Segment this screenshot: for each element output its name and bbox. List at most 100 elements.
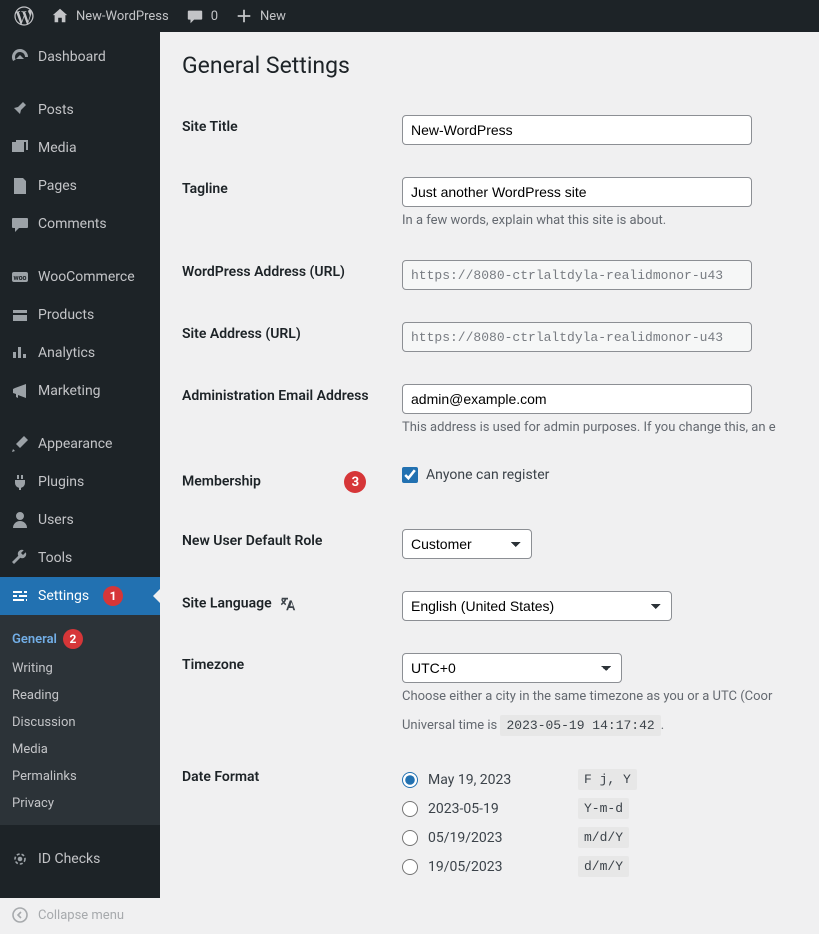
- site-title-input[interactable]: [402, 115, 752, 145]
- comments-count: 0: [211, 9, 218, 24]
- sidebar-item-products[interactable]: Products: [0, 296, 160, 334]
- new-user-role-label: New User Default Role: [182, 513, 402, 575]
- site-address-input[interactable]: [402, 322, 752, 352]
- sidebar-item-plugins[interactable]: Plugins: [0, 463, 160, 501]
- submenu-reading[interactable]: Reading: [0, 682, 160, 709]
- admin-bar-comments[interactable]: 0: [177, 0, 226, 32]
- sidebar-item-analytics[interactable]: Analytics: [0, 334, 160, 372]
- submenu-general[interactable]: General2: [0, 623, 160, 655]
- dashboard-icon: [10, 47, 30, 67]
- page-title: General Settings: [182, 52, 797, 79]
- collapse-menu[interactable]: Collapse menu: [0, 896, 160, 934]
- submenu-writing[interactable]: Writing: [0, 655, 160, 682]
- date-format-code: m/d/Y: [578, 827, 629, 848]
- user-icon: [10, 510, 30, 530]
- id-icon: [10, 849, 30, 869]
- plug-icon: [10, 472, 30, 492]
- universal-time-row: Universal time is 2023-05-19 14:17:42.: [402, 718, 787, 733]
- submenu-privacy[interactable]: Privacy: [0, 790, 160, 817]
- date-format-radio[interactable]: [402, 801, 418, 817]
- sidebar-item-dashboard[interactable]: Dashboard: [0, 38, 160, 76]
- sidebar-item-id-checks[interactable]: ID Checks: [0, 840, 160, 878]
- date-format-code: Y-m-d: [578, 798, 629, 819]
- megaphone-icon: [10, 381, 30, 401]
- sidebar-label: Posts: [38, 102, 74, 118]
- sidebar-item-users[interactable]: Users: [0, 501, 160, 539]
- date-format-option: 05/19/2023 m/d/Y: [402, 823, 787, 852]
- sidebar-item-comments[interactable]: Comments: [0, 205, 160, 243]
- tagline-input[interactable]: [402, 177, 752, 207]
- date-format-example: 19/05/2023: [428, 859, 568, 875]
- sidebar-item-tools[interactable]: Tools: [0, 539, 160, 577]
- sidebar-label: ID Checks: [38, 851, 100, 867]
- sidebar-label: Appearance: [38, 436, 112, 452]
- anyone-can-register-checkbox[interactable]: [402, 467, 418, 483]
- membership-label: Membership: [182, 474, 261, 490]
- woocommerce-icon: woo: [10, 267, 30, 287]
- admin-bar-new[interactable]: New: [226, 0, 294, 32]
- sidebar-item-posts[interactable]: Posts: [0, 91, 160, 129]
- annotation-1: 1: [103, 586, 123, 606]
- sidebar-item-appearance[interactable]: Appearance: [0, 425, 160, 463]
- sidebar-label: Media: [38, 140, 77, 156]
- sidebar-item-woocommerce[interactable]: woo WooCommerce: [0, 258, 160, 296]
- annotation-2: 2: [63, 629, 83, 649]
- pages-icon: [10, 176, 30, 196]
- site-language-select[interactable]: English (United States): [402, 591, 672, 621]
- site-title-label: Site Title: [182, 99, 402, 161]
- site-switcher[interactable]: New-WordPress: [42, 0, 177, 32]
- date-format-radio[interactable]: [402, 859, 418, 875]
- sidebar-label: Pages: [38, 178, 77, 194]
- wordpress-icon: [14, 6, 34, 26]
- sidebar-item-marketing[interactable]: Marketing: [0, 372, 160, 410]
- date-format-radio[interactable]: [402, 772, 418, 788]
- timezone-select[interactable]: UTC+0: [402, 653, 622, 683]
- admin-email-label: Administration Email Address: [182, 368, 402, 451]
- pin-icon: [10, 100, 30, 120]
- wrench-icon: [10, 548, 30, 568]
- admin-bar: New-WordPress 0 New: [0, 0, 819, 32]
- date-format-code: F j, Y: [578, 769, 637, 790]
- submenu-media[interactable]: Media: [0, 736, 160, 763]
- products-icon: [10, 305, 30, 325]
- sidebar-item-settings[interactable]: Settings1: [0, 577, 160, 615]
- admin-sidebar: Dashboard Posts Media Pages Comments woo…: [0, 32, 160, 898]
- wp-address-input[interactable]: [402, 260, 752, 290]
- plus-icon: [234, 6, 254, 26]
- comment-icon: [185, 6, 205, 26]
- new-user-role-select[interactable]: Customer: [402, 529, 532, 559]
- site-address-label: Site Address (URL): [182, 306, 402, 368]
- date-format-option: 19/05/2023d/m/Y: [402, 852, 787, 881]
- sidebar-label: WooCommerce: [38, 269, 135, 285]
- sidebar-label: Tools: [38, 550, 72, 566]
- sidebar-item-media[interactable]: Media: [0, 129, 160, 167]
- tagline-description: In a few words, explain what this site i…: [402, 213, 787, 228]
- wp-address-label: WordPress Address (URL): [182, 244, 402, 306]
- annotation-3: 3: [344, 471, 366, 493]
- submenu-discussion[interactable]: Discussion: [0, 709, 160, 736]
- timezone-label: Timezone: [182, 637, 402, 749]
- brush-icon: [10, 434, 30, 454]
- sidebar-label: Dashboard: [38, 49, 106, 65]
- admin-email-input[interactable]: [402, 384, 752, 414]
- date-format-example: 05/19/2023: [428, 830, 568, 846]
- date-format-option: 2023-05-19Y-m-d: [402, 794, 787, 823]
- wp-logo[interactable]: [6, 0, 42, 32]
- submenu-permalinks[interactable]: Permalinks: [0, 763, 160, 790]
- settings-submenu: General2 Writing Reading Discussion Medi…: [0, 615, 160, 825]
- sidebar-label: Products: [38, 307, 94, 323]
- universal-time-value: 2023-05-19 14:17:42: [500, 715, 660, 736]
- sidebar-item-pages[interactable]: Pages: [0, 167, 160, 205]
- sliders-icon: [10, 586, 30, 606]
- media-icon: [10, 138, 30, 158]
- anyone-can-register-label: Anyone can register: [426, 467, 549, 483]
- tagline-label: Tagline: [182, 161, 402, 244]
- home-icon: [50, 6, 70, 26]
- analytics-icon: [10, 343, 30, 363]
- new-label: New: [260, 9, 286, 24]
- sidebar-label: Analytics: [38, 345, 95, 361]
- date-format-radio[interactable]: [402, 830, 418, 846]
- sidebar-label: Comments: [38, 216, 107, 232]
- sidebar-label: Users: [38, 512, 74, 528]
- sidebar-label: Marketing: [38, 383, 101, 399]
